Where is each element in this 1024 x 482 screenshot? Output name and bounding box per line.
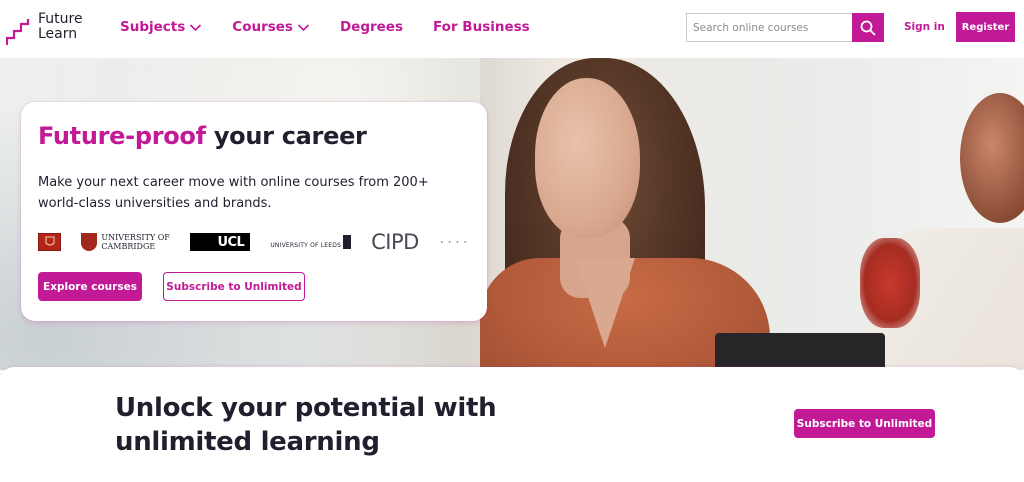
cambridge-shield-icon [81, 233, 98, 251]
chevron-down-icon [190, 23, 202, 31]
nav-for-business-label: For Business [433, 19, 530, 35]
hero-card: Future-proof your career Make your next … [21, 102, 487, 321]
hero-photo-second-person [960, 93, 1024, 223]
leeds-logo: UNIVERSITY OF LEEDS [270, 235, 352, 249]
hero-section: Future-proof your career Make your next … [0, 58, 1024, 370]
leeds-mark-icon [343, 235, 352, 249]
nav-for-business[interactable]: For Business [433, 19, 530, 35]
crest-icon [45, 236, 55, 246]
cambridge-logo: UNIVERSITY OF CAMBRIDGE [81, 233, 170, 251]
sign-in-link[interactable]: Sign in [904, 21, 945, 33]
cambridge-line-2: CAMBRIDGE [101, 242, 156, 251]
subscribe-unlimited-band-button[interactable]: Subscribe to Unlimited [794, 409, 935, 438]
subscribe-unlimited-button[interactable]: Subscribe to Unlimited [163, 272, 305, 301]
nav-courses-label: Courses [232, 19, 293, 35]
logo-steps-icon [6, 19, 30, 45]
hero-title: Future-proof your career [38, 122, 367, 150]
cambridge-line-1: UNIVERSITY OF [101, 233, 170, 242]
partner-logos: UNIVERSITY OF CAMBRIDGE UCL UNIVERSITY O… [38, 230, 468, 254]
search-button[interactable] [852, 13, 884, 42]
hero-title-accent: Future-proof [38, 122, 206, 150]
leeds-wordmark: UNIVERSITY OF LEEDS [270, 242, 342, 249]
search-bar [686, 13, 884, 42]
explore-courses-button[interactable]: Explore courses [38, 272, 142, 301]
hero-title-rest: your career [213, 122, 367, 150]
partner-logo-faint [440, 241, 467, 243]
unlimited-promo-title: Unlock your potential with unlimited lea… [115, 393, 497, 457]
nav-degrees[interactable]: Degrees [340, 19, 403, 35]
hero-description: Make your next career move with online c… [38, 175, 429, 211]
futurelearn-logo[interactable]: Future Learn [6, 12, 83, 46]
logo-wordmark: Future Learn [38, 12, 83, 42]
main-nav: Subjects Courses Degrees For Business [120, 19, 560, 35]
hero-photo-scarf [860, 238, 920, 328]
site-header: Future Learn Subjects Courses Degrees Fo… [0, 0, 1024, 58]
ucl-logo: UCL [189, 233, 251, 251]
nav-degrees-label: Degrees [339, 19, 403, 35]
nav-subjects[interactable]: Subjects [120, 19, 202, 35]
logo-line-1: Future [38, 11, 83, 27]
logo-line-2: Learn [38, 26, 78, 42]
chevron-down-icon [297, 23, 310, 31]
kings-college-logo [38, 233, 62, 251]
nav-courses[interactable]: Courses [232, 19, 310, 35]
hero-photo-face [535, 78, 640, 238]
cambridge-wordmark: UNIVERSITY OF CAMBRIDGE [101, 233, 169, 251]
search-input[interactable] [686, 13, 852, 42]
register-button[interactable]: Register [956, 12, 1015, 42]
hero-photo-laptop [715, 333, 885, 370]
hero-photo-neckline [575, 258, 635, 348]
cipd-logo: CIPD [371, 230, 419, 254]
nav-subjects-label: Subjects [120, 19, 186, 35]
unlimited-promo-band: Unlock your potential with unlimited lea… [0, 367, 1024, 482]
search-icon [860, 20, 876, 35]
